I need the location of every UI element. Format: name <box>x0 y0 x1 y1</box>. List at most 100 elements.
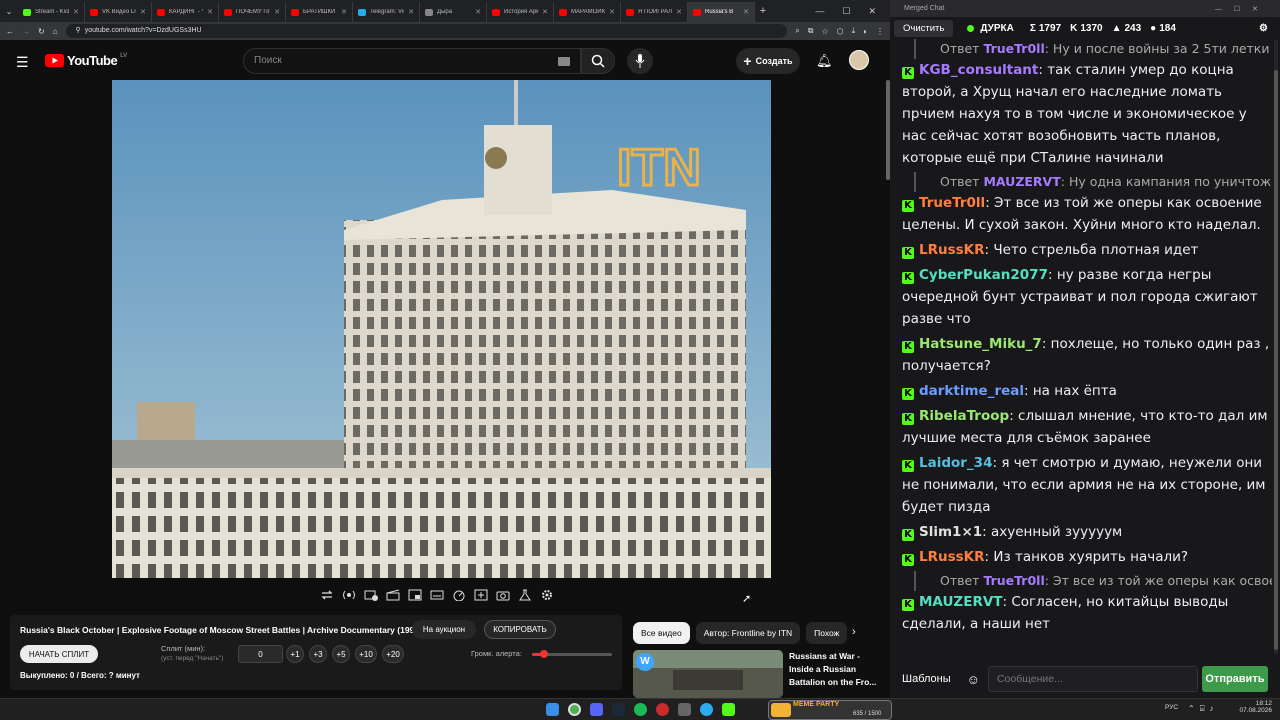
search-input[interactable]: Поиск <box>243 48 581 74</box>
browser-tab[interactable]: Дыра ✕ <box>420 2 487 22</box>
tab-close-icon[interactable]: ✕ <box>341 8 347 16</box>
new-tab-button[interactable]: + <box>755 5 771 17</box>
picture-in-picture-icon[interactable] <box>406 587 423 604</box>
back-icon[interactable]: ← <box>6 27 14 36</box>
hamburger-menu-icon[interactable]: ☰ <box>16 54 29 71</box>
browser-tab[interactable]: Stream - Kick ✕ <box>18 2 85 22</box>
chips-next-chevron-icon[interactable]: › <box>852 626 856 638</box>
site-info-icon[interactable]: ⚲ <box>76 27 81 34</box>
tab-close-icon[interactable]: ✕ <box>542 8 548 16</box>
browser-tab[interactable]: МАРАМОЙКА✕ <box>554 2 621 22</box>
discord-icon[interactable] <box>590 703 603 716</box>
filter-chip[interactable]: Автор: Frontline by ITN <box>695 622 801 644</box>
tab-close-icon[interactable]: ✕ <box>743 8 749 16</box>
keyboard-icon[interactable] <box>558 57 570 66</box>
chrome-icon[interactable] <box>568 703 581 716</box>
add-minutes-button[interactable]: +1 <box>286 645 304 663</box>
tab-close-icon[interactable]: ✕ <box>676 8 682 16</box>
create-button[interactable]: + Создать <box>736 48 800 74</box>
clock[interactable]: 18:12 07.08.2026 <box>1238 700 1272 714</box>
playlist-add-icon[interactable] <box>362 587 379 604</box>
bookmark-star-icon[interactable]: ☆ <box>821 27 828 36</box>
start-split-button[interactable]: НАЧАТЬ СПЛИТ <box>20 645 98 663</box>
split-minutes-input[interactable]: 0 <box>238 645 283 663</box>
tab-close-icon[interactable]: ✕ <box>73 8 79 16</box>
zoom-icon[interactable]: ⌕ <box>795 26 799 36</box>
close-icon[interactable]: ✕ <box>868 6 876 17</box>
extensions-icon[interactable]: ⬡ <box>837 27 844 36</box>
tab-search-icon[interactable]: ⌄ <box>0 1 18 21</box>
browser-tab[interactable]: БРАТИШКИ ✕ <box>286 2 353 22</box>
filter-chip[interactable]: Похож <box>806 622 848 644</box>
kick-icon[interactable] <box>722 703 735 716</box>
filter-chip[interactable]: Все видео <box>633 622 690 644</box>
language-indicator[interactable]: РУС <box>1165 704 1178 711</box>
add-minutes-button[interactable]: +20 <box>382 645 404 663</box>
settings-gear-icon[interactable] <box>538 587 555 604</box>
tray-icons[interactable]: ⌃⌸♪ <box>1188 704 1219 714</box>
copy-button[interactable]: КОПИРОВАТЬ <box>484 620 556 639</box>
browser-tab[interactable]: ПОЧЕМУ ПЛАС ✕ <box>219 2 286 22</box>
install-icon[interactable]: ⧉ <box>808 26 814 36</box>
browser-menu-icon[interactable]: ⋮ <box>876 27 884 36</box>
recommended-thumbnail[interactable]: W <box>633 650 783 698</box>
forward-icon[interactable]: → <box>22 27 30 36</box>
tab-close-icon[interactable]: ✕ <box>140 8 146 16</box>
browser-tab[interactable]: История Арм ✕ <box>487 2 554 22</box>
start-menu-icon[interactable] <box>546 703 559 716</box>
auction-button[interactable]: На аукцион <box>412 620 476 639</box>
minimize-icon[interactable]: — <box>815 6 824 17</box>
chat-username[interactable]: CyberPukan2077 <box>919 267 1048 283</box>
alert-volume-knob[interactable] <box>540 650 548 658</box>
clapperboard-icon[interactable] <box>384 587 401 604</box>
browser-tab[interactable]: Я ПОИГРАЛ В✕ <box>621 2 688 22</box>
steam-icon[interactable] <box>612 703 625 716</box>
camera-icon[interactable] <box>494 587 511 604</box>
broadcast-icon[interactable] <box>340 587 357 604</box>
subtitles-icon[interactable] <box>428 587 445 604</box>
url-field[interactable]: ⚲ youtube.com/watch?v=DzdUGSs3HU <box>65 24 788 38</box>
tab-close-icon[interactable]: ✕ <box>274 8 280 16</box>
reply-username[interactable]: MAUZERVT <box>983 174 1060 189</box>
tab-close-icon[interactable]: ✕ <box>609 8 615 16</box>
telegram-icon[interactable] <box>700 703 713 716</box>
chat-settings-icon[interactable]: ⚙ <box>1259 23 1268 34</box>
chat-username[interactable]: RibelaTroop <box>919 408 1009 424</box>
message-input[interactable]: Сообщение... <box>987 666 1198 692</box>
flask-icon[interactable] <box>516 587 533 604</box>
chat-username[interactable]: darktime_real <box>919 383 1024 399</box>
account-avatar[interactable] <box>849 50 869 70</box>
emoji-icon[interactable]: ☺ <box>967 672 980 687</box>
reply-username[interactable]: TrueTr0ll <box>983 41 1044 56</box>
tab-close-icon[interactable]: ✕ <box>475 8 481 16</box>
browser-tab[interactable]: Telegram: View ✕ <box>353 2 420 22</box>
browser-tab[interactable]: Russia's B ✕ <box>688 2 755 22</box>
youtube-logo[interactable]: YouTube LV <box>45 53 127 68</box>
notifications-bell-icon[interactable]: 🔔︎ <box>816 53 833 69</box>
add-box-icon[interactable] <box>472 587 489 604</box>
chat-username[interactable]: Hatsune_Miku_7 <box>919 336 1042 352</box>
chat-username[interactable]: TrueTr0ll <box>919 195 985 211</box>
profile-icon[interactable]: ◐ <box>863 27 868 36</box>
browser-tab[interactable]: КАРДИНГ - You ✕ <box>152 2 219 22</box>
app-icon[interactable] <box>678 703 691 716</box>
browser-tab[interactable]: VK Видео Live ✕ <box>85 2 152 22</box>
chat-scrollbar[interactable] <box>1274 40 1278 654</box>
tab-close-icon[interactable]: ✕ <box>207 8 213 16</box>
video-player[interactable]: ITN <box>112 80 771 578</box>
tab-close-icon[interactable]: ✕ <box>408 8 414 16</box>
speed-icon[interactable] <box>450 587 467 604</box>
spotify-icon[interactable] <box>634 703 647 716</box>
send-button[interactable]: Отправить <box>1201 666 1268 692</box>
home-icon[interactable]: ⌂ <box>53 27 58 36</box>
alert-volume-slider[interactable] <box>532 650 612 658</box>
chat-username[interactable]: LRussKR <box>919 242 985 258</box>
chat-username[interactable]: Slim1×1 <box>919 524 982 540</box>
maximize-icon[interactable]: ☐ <box>842 6 850 17</box>
clear-button[interactable]: Очистить <box>894 19 954 37</box>
chat-username[interactable]: KGB_consultant <box>919 62 1038 78</box>
add-minutes-button[interactable]: +3 <box>309 645 327 663</box>
templates-button[interactable]: Шаблоны <box>902 673 951 685</box>
meme-party-widget[interactable]: MEME PARTY 635 / 1500 <box>768 700 892 720</box>
chat-username[interactable]: MAUZERVT <box>919 594 1003 610</box>
